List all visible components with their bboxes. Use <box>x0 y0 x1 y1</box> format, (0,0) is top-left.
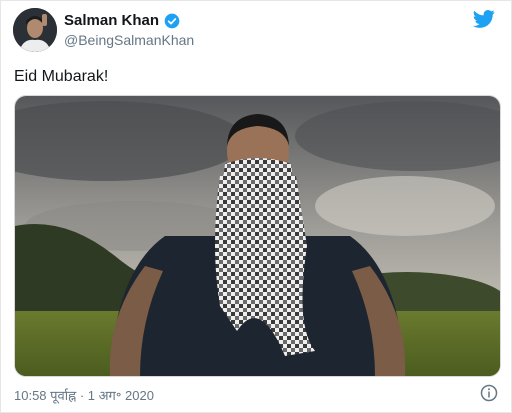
author-handle[interactable]: @BeingSalmanKhan <box>64 32 194 48</box>
author-row: Salman Khan <box>64 12 180 29</box>
avatar-photo <box>13 8 57 52</box>
info-icon[interactable] <box>480 384 498 402</box>
avatar[interactable] <box>13 8 57 52</box>
author-name[interactable]: Salman Khan <box>64 12 159 29</box>
photo-man-with-scarf <box>15 96 500 376</box>
tweet-text: Eid Mubarak! <box>14 68 109 85</box>
tweet-timestamp[interactable]: 10:58 पूर्वाह्न · 1 अग॰ 2020 <box>14 386 154 404</box>
twitter-bird-icon[interactable] <box>473 9 495 29</box>
tweet-photo[interactable] <box>14 95 501 377</box>
verified-badge-icon <box>164 13 180 28</box>
tweet-card: Salman Khan @BeingSalmanKhan Eid Mubarak… <box>0 0 512 413</box>
